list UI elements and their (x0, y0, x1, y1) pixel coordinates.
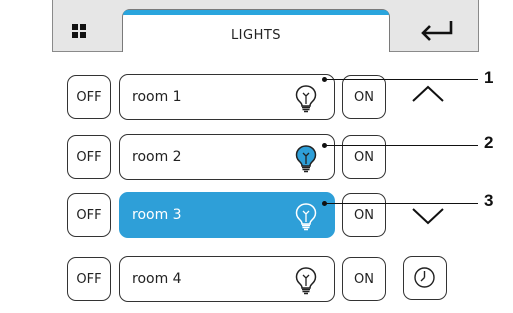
tab-accent-bar (123, 10, 389, 15)
room-1-off-button[interactable]: OFF (67, 75, 111, 119)
room-3-label: room 3 (132, 207, 182, 223)
room-2-label: room 2 (132, 149, 182, 165)
callout-2-line (325, 145, 478, 146)
callout-1-number: 1 (484, 68, 494, 87)
return-icon[interactable] (418, 18, 458, 44)
room-4-tile[interactable]: room 4 (119, 256, 335, 302)
bulb-off-icon (295, 267, 317, 295)
room-3-on-button[interactable]: ON (342, 193, 386, 237)
callout-3-number: 3 (484, 191, 494, 210)
timer-button[interactable] (403, 256, 447, 300)
page-title: LIGHTS (230, 28, 282, 43)
room-1-tile[interactable]: room 1 (119, 74, 335, 120)
room-3-tile[interactable]: room 3 (119, 192, 335, 238)
bulb-off-icon (295, 85, 317, 113)
chevron-up-icon[interactable] (410, 84, 446, 104)
callout-2-number: 2 (484, 133, 494, 152)
grid-icon[interactable] (72, 24, 86, 38)
clock-icon (414, 267, 435, 288)
room-2-off-button[interactable]: OFF (67, 135, 111, 179)
room-3-off-button[interactable]: OFF (67, 193, 111, 237)
chevron-down-icon[interactable] (410, 206, 446, 226)
room-1-on-button[interactable]: ON (342, 75, 386, 119)
callout-1-line (325, 79, 478, 80)
callout-3-line (325, 203, 478, 204)
room-1-label: room 1 (132, 89, 182, 105)
room-4-off-button[interactable]: OFF (67, 257, 111, 301)
tab-lights: LIGHTS (122, 9, 390, 53)
room-4-on-button[interactable]: ON (342, 257, 386, 301)
room-2-tile[interactable]: room 2 (119, 134, 335, 180)
room-2-on-button[interactable]: ON (342, 135, 386, 179)
room-4-label: room 4 (132, 271, 182, 287)
bulb-on-icon (295, 145, 317, 173)
bulb-off-icon (295, 203, 317, 231)
